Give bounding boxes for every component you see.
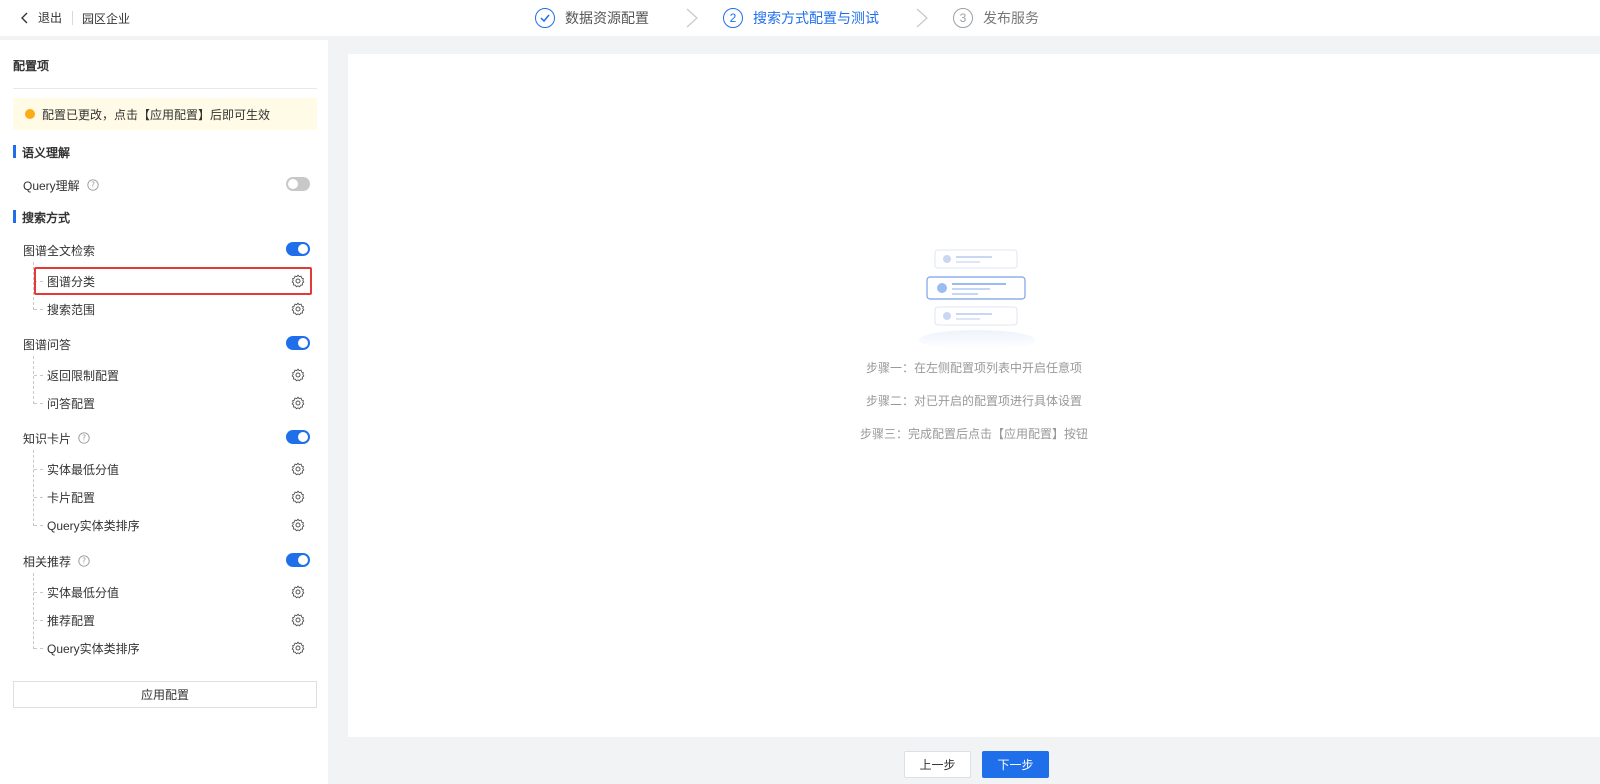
sub-item-label: 问答配置	[47, 396, 96, 411]
step-indicator: 数据资源配置 2 搜索方式配置与测试 3 发布服务	[535, 7, 1039, 29]
step-1[interactable]: 数据资源配置	[535, 8, 649, 28]
tree-branch	[34, 403, 43, 404]
graph-qa-toggle[interactable]	[286, 336, 310, 350]
step-2-number: 2	[723, 8, 743, 28]
sub-item-label: 卡片配置	[47, 490, 96, 505]
graph-fulltext-toggle[interactable]	[286, 242, 310, 256]
tree-branch	[34, 620, 43, 621]
hint-step-1: 步骤一：在左侧配置项列表中开启任意项	[865, 361, 1082, 375]
warning-dot-icon	[25, 109, 35, 119]
gear-icon[interactable]	[291, 518, 305, 532]
tree-line	[33, 450, 34, 526]
chevron-left-icon	[21, 12, 28, 23]
sub-item-query-entity-sort[interactable]: Query实体类排序	[47, 515, 313, 535]
sub-item-label: 实体最低分值	[47, 462, 120, 477]
config-sidebar: 配置项 配置已更改，点击【应用配置】后即可生效 语义理解 Query理解 ? 搜…	[0, 40, 328, 784]
gear-icon[interactable]	[291, 396, 305, 410]
graph-fulltext-row: 图谱全文检索	[23, 240, 313, 260]
step-3-number: 3	[953, 8, 973, 28]
sub-item-entity-min-score[interactable]: 实体最低分值	[47, 582, 313, 602]
sub-item-entity-min-score[interactable]: 实体最低分值	[47, 459, 313, 479]
chevron-right-icon	[686, 8, 698, 28]
graph-qa-row: 图谱问答	[23, 334, 313, 354]
selection-highlight	[34, 267, 312, 295]
gear-icon[interactable]	[291, 462, 305, 476]
tree-branch	[34, 375, 43, 376]
section-semantic: 语义理解	[13, 144, 70, 161]
sub-item-label: 搜索范围	[47, 302, 96, 317]
related-recommend-label: 相关推荐	[23, 554, 72, 569]
gear-icon[interactable]	[291, 368, 305, 382]
query-understanding-toggle[interactable]	[286, 177, 310, 191]
tree-branch	[34, 525, 43, 526]
apply-config-button[interactable]: 应用配置	[13, 681, 317, 708]
main-panel: 步骤一：在左侧配置项列表中开启任意项 步骤二：对已开启的配置项进行具体设置 步骤…	[348, 54, 1600, 737]
gear-icon[interactable]	[291, 585, 305, 599]
query-understanding-label: Query理解	[23, 178, 80, 193]
exit-button[interactable]: 退出	[18, 9, 62, 26]
graph-fulltext-label: 图谱全文检索	[23, 243, 96, 258]
tree-branch	[34, 648, 43, 649]
sub-item-label: 实体最低分值	[47, 585, 120, 600]
step-2[interactable]: 2 搜索方式配置与测试	[723, 8, 879, 28]
step-1-label: 数据资源配置	[565, 10, 649, 26]
help-icon[interactable]: ?	[78, 555, 90, 567]
help-icon[interactable]: ?	[87, 179, 99, 191]
sub-item-label: Query实体类排序	[47, 518, 140, 533]
tree-line	[33, 573, 34, 649]
gear-icon[interactable]	[291, 302, 305, 316]
knowledge-card-toggle[interactable]	[286, 430, 310, 444]
next-step-button[interactable]: 下一步	[982, 751, 1049, 778]
gear-icon[interactable]	[291, 613, 305, 627]
sub-item-label: 推荐配置	[47, 613, 96, 628]
sub-item-search-scope[interactable]: 搜索范围	[47, 299, 313, 319]
divider	[72, 11, 73, 25]
exit-label: 退出	[38, 11, 63, 25]
sub-item-recommend-config[interactable]: 推荐配置	[47, 610, 313, 630]
svg-text:?: ?	[82, 434, 86, 443]
step-3[interactable]: 3 发布服务	[953, 8, 1039, 28]
knowledge-card-label: 知识卡片	[23, 431, 72, 446]
section-search: 搜索方式	[13, 209, 70, 226]
related-recommend-row: 相关推荐 ?	[23, 551, 313, 571]
tree-branch	[34, 469, 43, 470]
prev-step-button[interactable]: 上一步	[904, 751, 971, 778]
step-3-label: 发布服务	[983, 10, 1039, 26]
empty-list-illustration-icon	[919, 249, 1035, 350]
gear-icon[interactable]	[291, 641, 305, 655]
step-2-label: 搜索方式配置与测试	[753, 10, 879, 26]
sub-item-card-config[interactable]: 卡片配置	[47, 487, 313, 507]
sub-item-query-entity-sort[interactable]: Query实体类排序	[47, 638, 313, 658]
sidebar-title: 配置项	[13, 59, 50, 73]
related-recommend-toggle[interactable]	[286, 553, 310, 567]
sub-item-qa-config[interactable]: 问答配置	[47, 393, 313, 413]
knowledge-card-row: 知识卡片 ?	[23, 428, 313, 448]
query-understanding-row: Query理解 ?	[23, 175, 313, 195]
tree-branch	[34, 497, 43, 498]
tree-branch	[34, 592, 43, 593]
sub-item-label: 返回限制配置	[47, 368, 120, 383]
tree-branch	[34, 309, 43, 310]
project-name: 园区企业	[82, 12, 131, 26]
svg-text:?: ?	[82, 557, 86, 566]
svg-text:?: ?	[91, 181, 95, 190]
check-icon	[535, 8, 555, 28]
sub-item-return-limit[interactable]: 返回限制配置	[47, 365, 313, 385]
divider	[13, 88, 317, 89]
notice-text: 配置已更改，点击【应用配置】后即可生效	[42, 107, 271, 122]
gear-icon[interactable]	[291, 490, 305, 504]
hint-step-3: 步骤三：完成配置后点击【应用配置】按钮	[859, 427, 1088, 441]
hint-step-2: 步骤二：对已开启的配置项进行具体设置	[865, 394, 1082, 408]
chevron-right-icon	[916, 8, 928, 28]
sub-item-label: Query实体类排序	[47, 641, 140, 656]
top-bar: 退出 园区企业 数据资源配置 2 搜索方式配置与测试 3 发布服务	[0, 0, 1600, 36]
help-icon[interactable]: ?	[78, 432, 90, 444]
tree-line	[33, 356, 34, 404]
graph-qa-label: 图谱问答	[23, 337, 72, 352]
change-notice: 配置已更改，点击【应用配置】后即可生效	[13, 98, 317, 130]
